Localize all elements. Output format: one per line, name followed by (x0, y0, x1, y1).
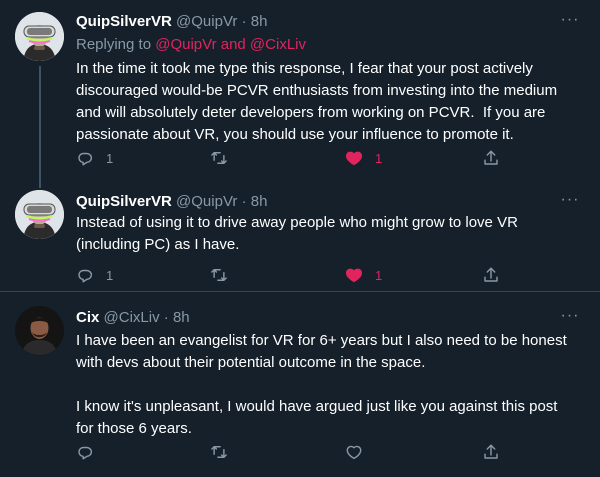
tweet-actions (76, 442, 516, 462)
tweet-text: Instead of using it to drive away people… (76, 214, 523, 253)
reply-icon (78, 446, 93, 460)
more-icon[interactable]: ··· (560, 12, 580, 33)
separator: · (241, 13, 247, 30)
retweet-icon (211, 152, 227, 164)
retweet-icon (211, 269, 227, 281)
avatar-portrait-image (15, 306, 64, 355)
tweet[interactable]: Cix @CixLiv · 8h ··· I have been an evan… (0, 292, 600, 477)
tweet-text: In the time it took me type this respons… (76, 60, 562, 143)
replying-to-label: Replying to (76, 36, 156, 53)
tweet[interactable]: QuipSilverVR @QuipVr · 8h ··· Instead of… (0, 180, 600, 292)
tweet-text: I have been an evangelist for VR for 6+ … (76, 332, 567, 437)
heart-icon (346, 445, 362, 460)
tweet-actions: 1 1 (76, 265, 516, 285)
avatar[interactable] (15, 12, 64, 61)
share-icon (484, 444, 498, 459)
tweet-header: Cix @CixLiv · 8h (76, 308, 190, 328)
reply-button[interactable] (76, 442, 106, 462)
like-button[interactable]: 1 (345, 265, 382, 285)
more-icon[interactable]: ··· (560, 192, 580, 213)
timestamp[interactable]: 8h (173, 309, 190, 326)
avatar[interactable] (15, 190, 64, 239)
handle[interactable]: @QuipVr (176, 193, 237, 210)
reply-button[interactable]: 1 (76, 148, 113, 168)
share-icon (484, 150, 498, 165)
display-name[interactable]: QuipSilverVR (76, 193, 172, 210)
tweet-header: QuipSilverVR @QuipVr · 8h (76, 192, 267, 212)
retweet-button[interactable] (209, 148, 241, 168)
like-button[interactable] (345, 442, 375, 462)
share-button[interactable] (482, 148, 500, 168)
tweet-actions: 1 1 (76, 148, 516, 168)
thread-line (39, 180, 41, 188)
like-count: 1 (375, 150, 383, 166)
heart-filled-icon (345, 268, 363, 283)
share-button[interactable] (482, 442, 500, 462)
display-name[interactable]: QuipSilverVR (76, 13, 172, 30)
replying-to: Replying to @QuipVr and @CixLiv (76, 35, 306, 55)
tweet[interactable]: QuipSilverVR @QuipVr · 8h ··· Replying t… (0, 0, 600, 180)
thread-line (39, 66, 41, 180)
avatar-vr-headset-image (15, 190, 64, 239)
handle[interactable]: @QuipVr (176, 13, 237, 30)
retweet-icon (211, 446, 227, 458)
timestamp[interactable]: 8h (251, 193, 268, 210)
tweet-header: QuipSilverVR @QuipVr · 8h (76, 12, 267, 32)
like-button[interactable]: 1 (345, 148, 382, 168)
reply-icon (78, 152, 93, 166)
retweet-button[interactable] (209, 442, 241, 462)
separator: · (163, 309, 169, 326)
display-name[interactable]: Cix (76, 309, 99, 326)
replying-to-mentions[interactable]: @QuipVr and @CixLiv (155, 36, 306, 53)
avatar[interactable] (15, 306, 64, 355)
heart-filled-icon (345, 151, 363, 166)
share-icon (484, 267, 498, 282)
handle[interactable]: @CixLiv (104, 309, 160, 326)
like-count: 1 (375, 267, 383, 283)
more-icon[interactable]: ··· (560, 308, 580, 329)
retweet-button[interactable] (209, 265, 241, 285)
reply-button[interactable]: 1 (76, 265, 113, 285)
avatar-vr-headset-image (15, 12, 64, 61)
timestamp[interactable]: 8h (251, 13, 268, 30)
share-button[interactable] (482, 265, 500, 285)
reply-count: 1 (106, 267, 114, 283)
reply-count: 1 (106, 150, 114, 166)
reply-icon (78, 269, 93, 283)
separator: · (241, 193, 247, 210)
